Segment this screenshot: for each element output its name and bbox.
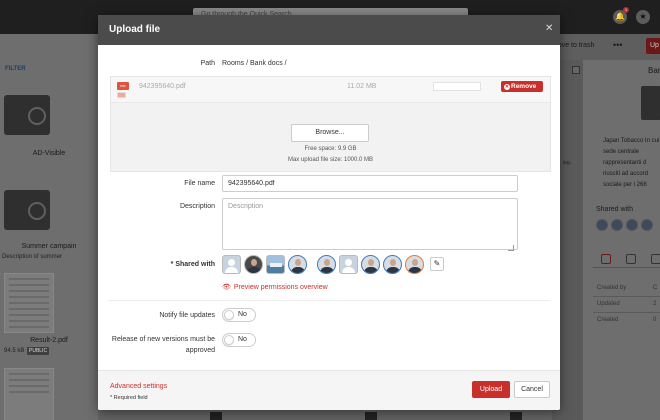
dialog-header: Upload file ✕ (98, 15, 560, 45)
description-label: Description (179, 203, 215, 210)
user-avatar[interactable] (244, 255, 263, 274)
star-icon[interactable]: ★ (636, 10, 650, 24)
upload-dropzone[interactable]: PDF 942395640.pdf 11.02 MB ✕ Remove Brows… (110, 76, 551, 172)
remove-file-button[interactable]: ✕ Remove (501, 81, 543, 92)
free-space-text: Free space: 9.9 GB (304, 146, 357, 152)
details-title: Bank (648, 66, 660, 75)
browse-button[interactable]: Browse... (291, 124, 369, 142)
meta-value: 0 (653, 317, 657, 323)
release-approval-label-line2: approved (185, 347, 215, 354)
remove-label: Remove (511, 83, 537, 90)
people-tab-icon[interactable] (651, 254, 660, 264)
notify-toggle[interactable]: No (222, 308, 256, 322)
eye-icon: 👁 (222, 284, 231, 291)
user-avatar[interactable] (339, 255, 358, 274)
shared-with-label: Shared with (596, 206, 633, 213)
folder-icon (641, 86, 660, 120)
upload-button[interactable]: Upload (472, 381, 510, 398)
divider (108, 300, 550, 301)
public-badge: PUBLIC (27, 347, 50, 355)
upload-file-dialog: Upload file ✕ Path Rooms / Bank docs / P… (98, 15, 560, 410)
file-name-label: File name (184, 180, 215, 187)
cancel-button[interactable]: Cancel (514, 381, 550, 398)
folder-icon (210, 412, 222, 420)
dialog-title: Upload file (109, 24, 161, 35)
shared-with-label: * Shared with (170, 261, 215, 268)
document-tab-icon[interactable] (601, 254, 611, 264)
meta-label: Created (597, 317, 619, 323)
user-avatar[interactable] (317, 255, 336, 274)
folder-icon[interactable] (4, 95, 50, 135)
file-row: PDF 942395640.pdf 11.02 MB ✕ Remove (111, 77, 550, 103)
avatar[interactable] (641, 219, 653, 231)
release-approval-label: Release of new versions must be (111, 336, 215, 343)
preview-permissions-label: Preview permissions overview (233, 284, 328, 291)
avatar[interactable] (596, 219, 608, 231)
description-textarea[interactable] (222, 198, 518, 250)
release-approval-toggle[interactable]: No (222, 333, 256, 347)
document-name[interactable]: Result-2.pdf (0, 337, 98, 344)
folder-description: Description of summer (2, 254, 63, 260)
document-thumbnail[interactable] (4, 368, 54, 420)
avatar[interactable] (626, 219, 638, 231)
remove-icon: ✕ (504, 84, 510, 90)
notification-badge: 1 (623, 7, 629, 13)
toggle-knob (224, 335, 234, 345)
document-thumbnail[interactable] (4, 273, 54, 333)
ellipsis-icon[interactable]: ••• (613, 40, 622, 50)
uploaded-file-name: 942395640.pdf (139, 83, 186, 90)
truncated-text: ieg.. (563, 160, 573, 166)
meta-label: Created by (597, 285, 627, 291)
upload-button-background[interactable]: Up (646, 38, 660, 54)
pencil-icon[interactable]: ✎ (430, 257, 444, 271)
dialog-footer: Advanced settings * Required field Uploa… (98, 370, 560, 410)
user-avatar[interactable] (222, 255, 241, 274)
divider (593, 296, 660, 297)
folder-icon (510, 412, 522, 420)
meta-value: 2 (653, 301, 657, 307)
toggle-value: No (238, 311, 247, 318)
folder-name[interactable]: AD-Visible (0, 150, 98, 157)
user-avatar[interactable] (288, 255, 307, 274)
user-avatar[interactable] (383, 255, 402, 274)
required-field-note: * Required field (110, 395, 148, 401)
upload-progress-bar (433, 82, 481, 91)
advanced-settings-link[interactable]: Advanced settings (110, 383, 167, 390)
path-value: Rooms / Bank docs / (222, 60, 287, 67)
resize-handle-icon[interactable] (508, 245, 514, 251)
meta-value: C (653, 285, 658, 291)
toggle-value: No (238, 336, 247, 343)
thumbnail-icon (117, 92, 126, 98)
document-size: 94.5 kB (4, 348, 25, 354)
folder-icon (365, 412, 377, 420)
select-all-checkbox[interactable] (572, 66, 580, 74)
folder-name[interactable]: Summer campain (0, 243, 98, 250)
details-description: Japan Tobacco In cui sede centrale rappr… (603, 138, 660, 188)
pdf-file-icon: PDF (117, 82, 129, 90)
avatar[interactable] (611, 219, 623, 231)
divider (593, 312, 660, 313)
notify-label: Notify file updates (159, 312, 215, 319)
close-icon[interactable]: ✕ (545, 23, 553, 34)
toggle-knob (224, 310, 234, 320)
path-label: Path (200, 60, 215, 67)
clock-tab-icon[interactable] (626, 254, 636, 264)
group-avatar[interactable] (266, 255, 285, 274)
user-avatar[interactable] (405, 255, 424, 274)
meta-label: Updated (597, 301, 620, 307)
max-upload-size-text: Max upload file size: 1000.0 MB (287, 157, 374, 163)
preview-permissions-link[interactable]: 👁 Preview permissions overview (222, 283, 328, 291)
folder-icon[interactable] (4, 190, 50, 230)
user-avatar[interactable] (361, 255, 380, 274)
file-name-input[interactable] (222, 175, 518, 192)
uploaded-file-size: 11.02 MB (347, 83, 377, 90)
filter-label[interactable]: FILTER (5, 66, 26, 72)
